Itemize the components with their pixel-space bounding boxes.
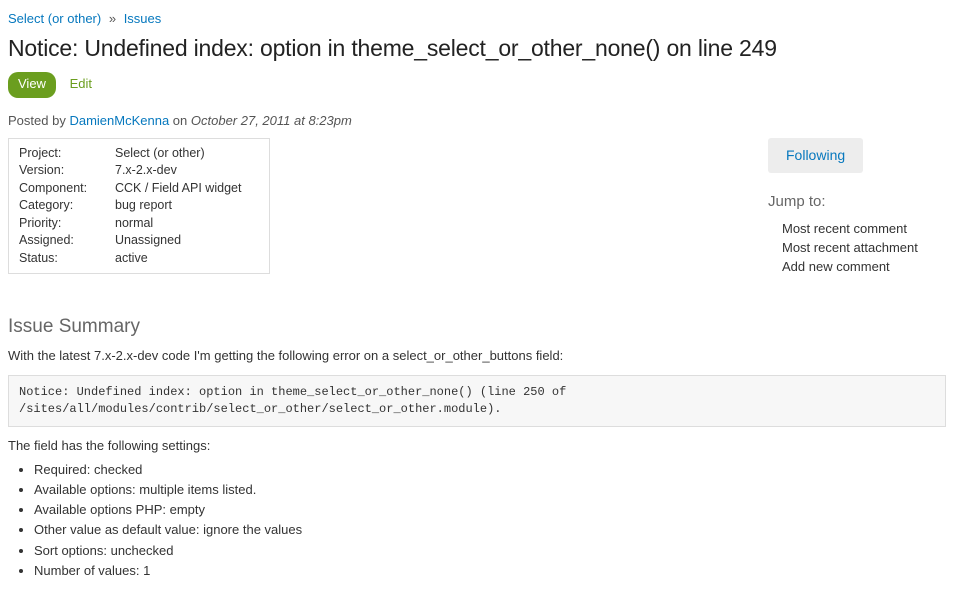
- error-code-block: Notice: Undefined index: option in theme…: [8, 375, 946, 427]
- following-button[interactable]: Following: [768, 138, 863, 174]
- meta-label-version: Version:: [19, 162, 115, 180]
- summary-intro-text: With the latest 7.x-2.x-dev code I'm get…: [8, 347, 946, 365]
- list-item: Number of values: 1: [34, 562, 946, 580]
- jump-link-recent-attachment[interactable]: Most recent attachment: [782, 239, 938, 258]
- meta-label-category: Category:: [19, 197, 115, 215]
- meta-value-version: 7.x-2.x-dev: [115, 162, 259, 180]
- byline-date: October 27, 2011 at 8:23pm: [191, 113, 352, 128]
- tabs: View Edit: [8, 72, 946, 97]
- meta-label-priority: Priority:: [19, 215, 115, 233]
- page-title: Notice: Undefined index: option in theme…: [8, 32, 946, 64]
- list-item: Sort options: unchecked: [34, 542, 946, 560]
- settings-lead-text: The field has the following settings:: [8, 437, 946, 455]
- list-item: Required: checked: [34, 461, 946, 479]
- breadcrumb: Select (or other) » Issues: [8, 10, 946, 28]
- meta-value-category: bug report: [115, 197, 259, 215]
- issue-metadata-box: Project:Select (or other) Version:7.x-2.…: [8, 138, 270, 275]
- breadcrumb-project-link[interactable]: Select (or other): [8, 11, 101, 26]
- meta-value-component: CCK / Field API widget: [115, 180, 259, 198]
- right-column: Following Jump to: Most recent comment M…: [768, 138, 938, 277]
- meta-value-assigned: Unassigned: [115, 232, 259, 250]
- meta-label-status: Status:: [19, 250, 115, 268]
- list-item: Available options: multiple items listed…: [34, 481, 946, 499]
- meta-value-status: active: [115, 250, 259, 268]
- meta-label-assigned: Assigned:: [19, 232, 115, 250]
- tab-edit[interactable]: Edit: [70, 76, 92, 91]
- byline: Posted by DamienMcKenna on October 27, 2…: [8, 112, 946, 130]
- byline-author-link[interactable]: DamienMcKenna: [69, 113, 169, 128]
- meta-label-component: Component:: [19, 180, 115, 198]
- jump-link-recent-comment[interactable]: Most recent comment: [782, 220, 938, 239]
- breadcrumb-section-link[interactable]: Issues: [124, 11, 162, 26]
- meta-value-priority: normal: [115, 215, 259, 233]
- byline-posted-by: Posted by: [8, 113, 66, 128]
- issue-summary-heading: Issue Summary: [8, 314, 946, 341]
- jump-link-add-comment[interactable]: Add new comment: [782, 258, 938, 277]
- breadcrumb-separator: »: [109, 11, 116, 26]
- tab-view[interactable]: View: [8, 72, 56, 97]
- meta-value-project: Select (or other): [115, 145, 259, 163]
- jump-to-links: Most recent comment Most recent attachme…: [768, 220, 938, 277]
- byline-on: on: [173, 113, 187, 128]
- meta-label-project: Project:: [19, 145, 115, 163]
- list-item: Other value as default value: ignore the…: [34, 521, 946, 539]
- settings-list: Required: checked Available options: mul…: [8, 461, 946, 580]
- jump-to-heading: Jump to:: [768, 191, 938, 212]
- list-item: Available options PHP: empty: [34, 501, 946, 519]
